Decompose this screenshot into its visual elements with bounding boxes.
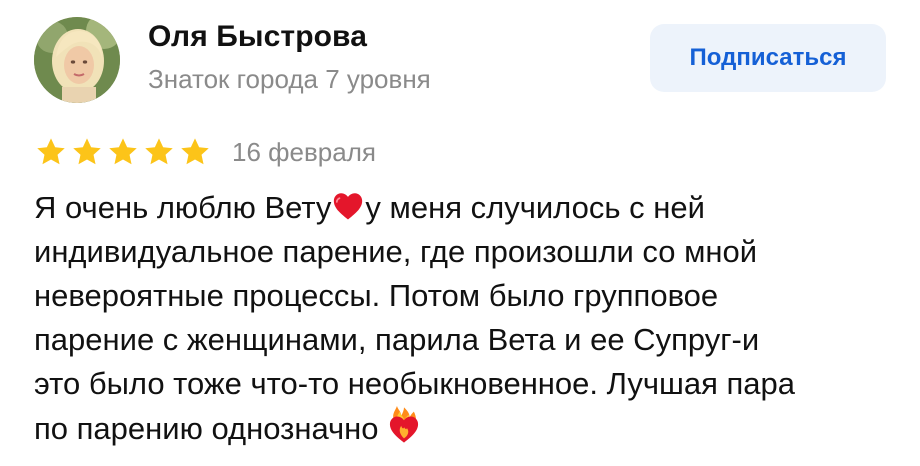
review-card: Оля Быстрова Знаток города 7 уровня Подп… — [0, 0, 920, 466]
review-line-text: по парению однозначно — [34, 411, 388, 446]
review-line: это было тоже что-то необыкновенное. Луч… — [34, 366, 795, 401]
review-line: невероятные процессы. Потом было группов… — [34, 278, 719, 313]
star-icon — [109, 138, 137, 165]
author-name[interactable]: Оля Быстрова — [148, 20, 367, 54]
rating-stars — [34, 136, 212, 168]
star-icon — [181, 138, 209, 165]
review-line: Я очень люблю Вету у меня случилось с ней — [34, 186, 894, 230]
review-line-text: Я очень люблю Вету — [34, 190, 332, 225]
red-heart-icon — [334, 193, 363, 220]
review-line: парение с женщинами, парила Вета и ее Су… — [34, 322, 760, 357]
review-line: индивидуальное парение, где произошли со… — [34, 234, 758, 269]
review-date: 16 февраля — [232, 137, 376, 167]
review-line: по парению однозначно — [34, 406, 894, 451]
author-level: Знаток города 7 уровня — [148, 64, 431, 94]
star-icon — [73, 138, 101, 165]
heart-on-fire-icon — [390, 406, 419, 443]
avatar-photo — [34, 17, 120, 103]
avatar[interactable] — [34, 17, 120, 103]
star-icon — [37, 138, 65, 165]
review-text: Я очень люблю Вету у меня случилось с ней… — [34, 186, 894, 451]
star-icon — [145, 138, 173, 165]
review-line-text: у меня случилось с ней — [365, 190, 705, 225]
subscribe-button[interactable]: Подписаться — [650, 24, 886, 92]
